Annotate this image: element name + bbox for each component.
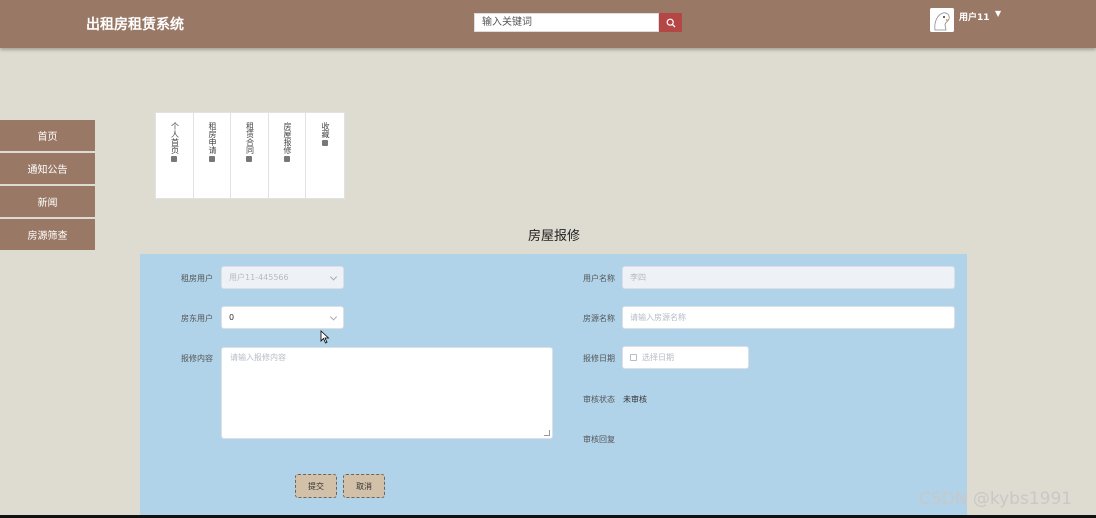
tab-personal-home[interactable]: 个人首页 [156, 113, 194, 198]
content-label: 报修内容 [181, 354, 213, 363]
content-placeholder: 请输入报修内容 [230, 353, 286, 362]
date-picker[interactable]: 选择日期 [622, 346, 749, 369]
cancel-button[interactable]: 取消 [343, 474, 385, 498]
landlord-value: 0 [229, 313, 235, 322]
house-name-input[interactable]: 请输入房源名称 [622, 306, 955, 329]
username-value: 李四 [630, 273, 646, 282]
resize-handle-icon[interactable] [544, 430, 550, 436]
house-label: 房源名称 [583, 314, 615, 323]
reply-label: 审核回复 [583, 435, 615, 444]
repair-form: 租房用户 用户11-445566 房东用户 0 报修内容 请输入报修内容 提交 … [140, 254, 967, 518]
calendar-icon [630, 354, 637, 361]
tenant-select[interactable]: 用户11-445566 [221, 266, 344, 289]
user-menu-name[interactable]: 用户11 [959, 10, 990, 23]
search-button[interactable] [659, 13, 682, 32]
submit-button[interactable]: 提交 [295, 474, 337, 498]
mouse-cursor-icon [320, 330, 330, 347]
tab-repair[interactable]: 房屋报修 [269, 113, 306, 198]
favorite-icon [321, 140, 328, 146]
date-label: 报修日期 [583, 354, 615, 363]
tab-favorites[interactable]: 收藏 [306, 113, 344, 198]
landlord-select[interactable]: 0 [221, 306, 344, 329]
app-title: 出租房租赁系统 [86, 17, 184, 33]
username-label: 用户名称 [583, 274, 615, 283]
tab-label: 租赁合同 [245, 122, 255, 154]
application-icon [208, 156, 215, 162]
landlord-label: 房东用户 [181, 314, 213, 323]
user-center-menu: 个人首页 租房申请 租赁合同 房屋报修 收藏 [155, 112, 345, 199]
search-icon [666, 18, 675, 27]
status-value: 未审核 [623, 395, 647, 404]
avatar-image [930, 8, 954, 32]
sidebar: 首页 通知公告 新闻 房源筛查 [0, 120, 95, 252]
content-textarea[interactable]: 请输入报修内容 [221, 347, 553, 439]
tab-lease-contract[interactable]: 租赁合同 [231, 113, 269, 198]
top-navbar: 出租房租赁系统 输入关键词 用户11 ▼ [0, 0, 1096, 48]
page-title: 房屋报修 [528, 229, 581, 244]
tab-label: 个人首页 [170, 122, 180, 154]
tenant-value: 用户11-445566 [229, 273, 289, 282]
home-icon [171, 156, 178, 162]
sidebar-item-listings[interactable]: 房源筛查 [0, 219, 95, 250]
chevron-down-icon [329, 272, 338, 281]
avatar[interactable] [930, 8, 954, 32]
tab-label: 收藏 [321, 122, 330, 138]
sidebar-item-home[interactable]: 首页 [0, 120, 95, 151]
tab-rental-application[interactable]: 租房申请 [194, 113, 231, 198]
username-field[interactable]: 李四 [622, 266, 955, 289]
date-placeholder: 选择日期 [642, 353, 674, 362]
sidebar-item-notices[interactable]: 通知公告 [0, 153, 95, 184]
chevron-down-icon [329, 312, 338, 321]
search-input[interactable]: 输入关键词 [474, 13, 659, 32]
tenant-label: 租房用户 [181, 274, 213, 283]
tab-label: 房屋报修 [283, 122, 292, 154]
chevron-down-icon[interactable]: ▼ [995, 9, 1001, 18]
watermark: CSDN @kybs1991 [919, 489, 1073, 509]
contract-icon [246, 156, 253, 162]
sidebar-item-news[interactable]: 新闻 [0, 186, 95, 217]
repair-icon [283, 156, 290, 162]
tab-label: 租房申请 [208, 122, 217, 154]
status-label: 审核状态 [583, 395, 615, 404]
house-placeholder: 请输入房源名称 [630, 313, 686, 322]
